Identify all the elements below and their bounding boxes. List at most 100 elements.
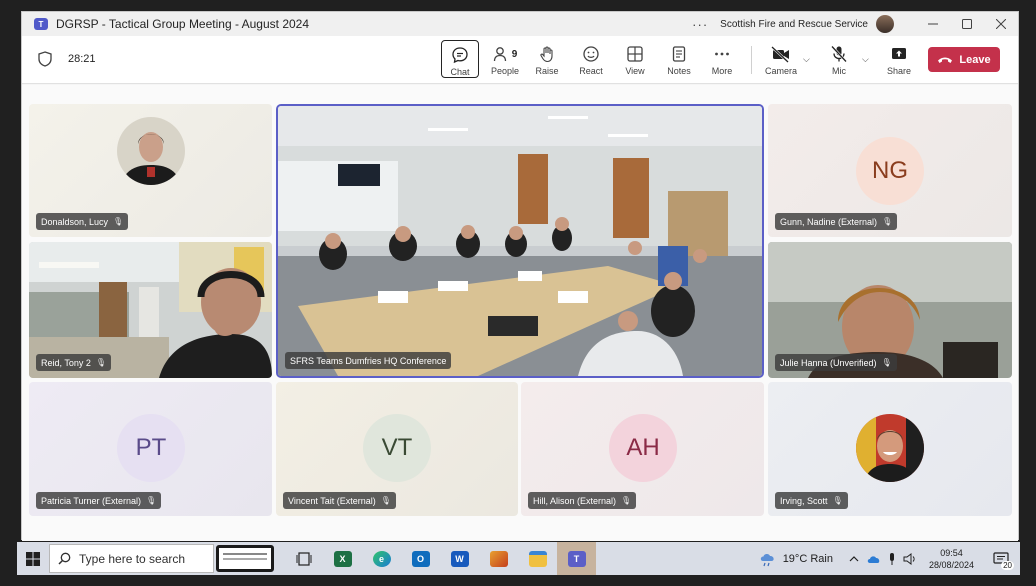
notes-icon	[672, 46, 686, 62]
participant-tile-tait[interactable]: VT Vincent Tait (External) 🎙︎	[276, 382, 518, 516]
participant-tile-donaldson[interactable]: Donaldson, Lucy 🎙︎	[29, 104, 272, 237]
task-view-icon	[296, 551, 311, 566]
view-grid-icon	[627, 46, 643, 62]
title-bar: T DGRSP - Tactical Group Meeting - Augus…	[22, 12, 1018, 36]
mic-options-chevron-icon[interactable]: ⌵	[862, 54, 869, 65]
onedrive-cloud-icon[interactable]	[867, 554, 881, 564]
conference-video-feed	[278, 106, 762, 376]
people-icon	[493, 47, 506, 62]
edge-taskbar-button[interactable]: e	[362, 542, 401, 575]
raise-hand-button[interactable]: Raise	[528, 40, 566, 78]
mic-off-icon	[831, 45, 847, 63]
chevron-up-icon[interactable]	[849, 555, 859, 563]
participant-name: Hill, Alison (External)	[533, 495, 617, 506]
maximize-icon	[962, 19, 972, 29]
start-button[interactable]	[17, 542, 49, 575]
mic-button[interactable]: Mic	[820, 40, 858, 78]
word-icon: W	[450, 550, 469, 567]
search-highlight-image[interactable]	[216, 545, 274, 572]
raise-hand-icon	[540, 46, 553, 63]
desktop: T DGRSP - Tactical Group Meeting - Augus…	[0, 0, 1036, 586]
notification-center-button[interactable]: 20	[988, 542, 1014, 575]
leave-label: Leave	[959, 53, 991, 66]
outlook-taskbar-button[interactable]: O	[401, 542, 440, 575]
teams-meeting-window: T DGRSP - Tactical Group Meeting - Augus…	[21, 11, 1019, 541]
participant-name-label: Donaldson, Lucy 🎙︎	[36, 213, 129, 230]
weather-widget[interactable]: 19°C Rain	[759, 551, 833, 567]
raise-label: Raise	[535, 66, 559, 76]
view-button[interactable]: View	[616, 40, 654, 78]
avatar-photo	[856, 414, 924, 482]
react-button[interactable]: React	[572, 40, 610, 78]
view-label: View	[625, 66, 645, 76]
participant-name-label: SFRS Teams Dumfries HQ Conference	[285, 352, 452, 369]
participant-name: Vincent Tait (External)	[288, 495, 376, 506]
participant-initials-avatar: PT	[117, 414, 185, 482]
participant-tile-hanna[interactable]: Julie Hanna (Unverified) 🎙︎	[768, 242, 1012, 378]
outlook-icon: O	[411, 550, 430, 567]
chat-button[interactable]: Chat	[441, 40, 479, 78]
speaker-icon[interactable]	[903, 552, 917, 565]
share-button[interactable]: Share	[880, 40, 918, 78]
word-taskbar-button[interactable]: W	[440, 542, 479, 575]
teams-icon: T	[567, 550, 586, 567]
participant-name-label: Julie Hanna (Unverified) 🎙︎	[775, 354, 897, 371]
mic-tray-icon[interactable]	[887, 552, 897, 566]
account-avatar[interactable]	[876, 15, 894, 33]
people-label: People	[490, 66, 520, 76]
task-view-button[interactable]	[284, 542, 323, 575]
participant-name-label: Hill, Alison (External) 🎙︎	[528, 492, 637, 509]
leave-button[interactable]: Leave	[928, 47, 1000, 72]
mic-muted-icon: 🎙︎	[146, 496, 157, 505]
file-explorer-taskbar-button[interactable]	[518, 542, 557, 575]
participant-name-label: Gunn, Nadine (External) 🎙︎	[775, 213, 898, 230]
camera-button[interactable]: Camera	[760, 40, 802, 78]
participant-avatar-donaldson	[117, 117, 185, 185]
people-button[interactable]: 9 People	[485, 40, 525, 78]
participant-name: Irving, Scott	[780, 495, 828, 506]
participant-tile-conference[interactable]: SFRS Teams Dumfries HQ Conference	[276, 104, 764, 378]
participant-tile-hill[interactable]: AH Hill, Alison (External) 🎙︎	[521, 382, 764, 516]
maximize-button[interactable]	[950, 12, 984, 36]
participant-name: SFRS Teams Dumfries HQ Conference	[290, 355, 447, 366]
share-label: Share	[886, 66, 912, 76]
clock-time: 09:54	[940, 547, 963, 558]
taskbar-search-box[interactable]: Type here to search	[49, 544, 214, 573]
notes-button[interactable]: Notes	[660, 40, 698, 78]
notification-count: 20	[1001, 561, 1014, 570]
teams-taskbar-button[interactable]: T	[557, 542, 596, 575]
minimize-button[interactable]	[916, 12, 950, 36]
participant-name-label: Irving, Scott 🎙︎	[775, 492, 848, 509]
participant-avatar-irving	[856, 414, 924, 482]
organization-name: Scottish Fire and Rescue Service	[720, 18, 868, 30]
participant-initials-avatar: NG	[856, 137, 924, 205]
smiley-icon	[583, 46, 599, 62]
mic-muted-icon: 🎙︎	[95, 358, 107, 367]
camera-off-icon	[771, 46, 789, 63]
more-options-icon[interactable]: ···	[692, 17, 708, 32]
folder-icon	[528, 550, 547, 567]
hang-up-icon	[938, 57, 953, 63]
participant-name: Patricia Turner (External)	[41, 495, 142, 506]
rain-cloud-icon	[760, 553, 774, 566]
edge-icon: e	[372, 550, 391, 567]
mic-label: Mic	[832, 66, 846, 76]
participant-tile-reid[interactable]: Reid, Tony 2 🎙︎	[29, 242, 272, 378]
system-clock[interactable]: 09:54 28/08/2024	[929, 547, 974, 571]
camera-options-chevron-icon[interactable]: ⌵	[803, 54, 810, 65]
participant-tile-irving[interactable]: Irving, Scott 🎙︎	[768, 382, 1012, 516]
excel-taskbar-button[interactable]: X	[323, 542, 362, 575]
more-button[interactable]: More	[703, 40, 741, 78]
participant-tile-gunn[interactable]: NG Gunn, Nadine (External) 🎙︎	[768, 104, 1012, 237]
search-placeholder: Type here to search	[79, 551, 186, 566]
notes-label: Notes	[667, 66, 691, 76]
window-title: DGRSP - Tactical Group Meeting - August …	[56, 17, 310, 31]
mic-muted-icon: 🎙︎	[380, 496, 391, 505]
close-button[interactable]	[984, 12, 1018, 36]
share-icon	[892, 48, 906, 59]
minimize-icon	[928, 23, 938, 25]
participant-tile-turner[interactable]: PT Patricia Turner (External) 🎙︎	[29, 382, 272, 516]
participant-name: Reid, Tony 2	[41, 357, 91, 368]
powerpoint-taskbar-button[interactable]	[479, 542, 518, 575]
people-count: 9	[511, 48, 518, 60]
